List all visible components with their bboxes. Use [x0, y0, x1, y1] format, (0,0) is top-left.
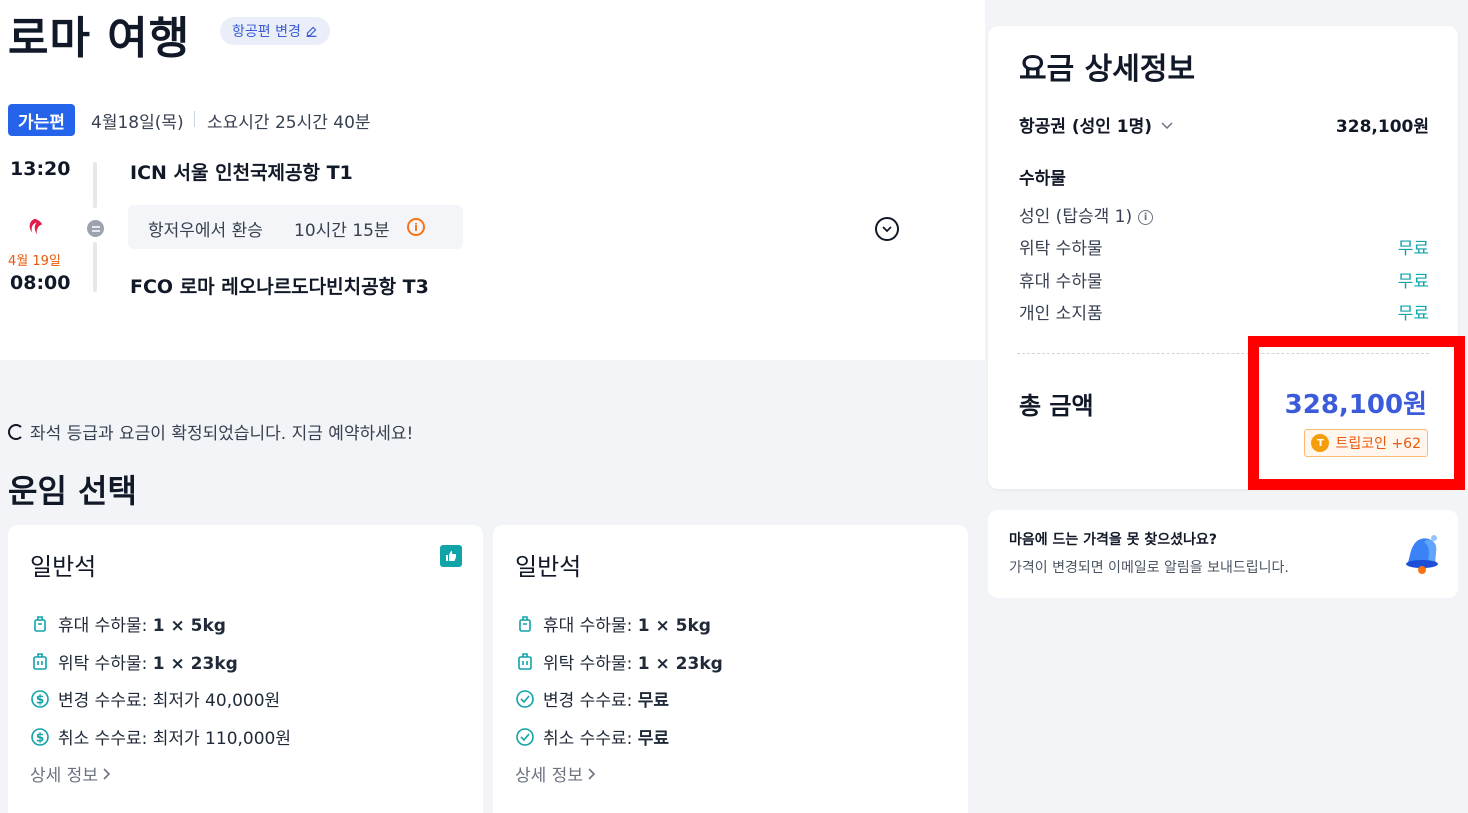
- info-icon[interactable]: i: [407, 218, 425, 236]
- detail-link-label: 상세 정보: [515, 766, 583, 786]
- confirmation-notice: 좌석 등급과 요금이 확정되었습니다. 지금 예약하세요!: [8, 419, 413, 444]
- detail-info-link[interactable]: 상세 정보: [30, 761, 112, 786]
- total-label: 총 금액: [1019, 392, 1094, 420]
- dollar-icon: $: [30, 727, 50, 747]
- carry-on-bag-icon: [30, 614, 50, 634]
- check-circle-icon: [515, 689, 535, 709]
- checked-bag-icon: [30, 652, 50, 672]
- transfer-icon: [87, 220, 104, 237]
- feature-label: 위탁 수하물:: [543, 654, 638, 674]
- expand-details-button[interactable]: [875, 217, 899, 241]
- feature-label: 위탁 수하물:: [58, 654, 153, 674]
- change-fee-feature: $ 변경 수수료: 최저가 40,000원: [30, 686, 280, 711]
- confirmation-text: 좌석 등급과 요금이 확정되었습니다. 지금 예약하세요!: [30, 424, 414, 444]
- page-title: 로마 여행: [8, 13, 191, 64]
- page: 로마 여행 항공편 변경 가는편 4월18일(목) 소요시간 25시간 40분 …: [0, 0, 1468, 813]
- departure-airport: ICN 서울 인천국제공항 T1: [130, 162, 353, 184]
- baggage-title: 수하물: [1019, 169, 1066, 189]
- detail-info-link[interactable]: 상세 정보: [515, 761, 597, 786]
- feature-value: 무료: [637, 729, 670, 749]
- timeline-segment: [93, 242, 97, 292]
- flight-date: 4월18일(목): [91, 113, 184, 133]
- divider: [194, 111, 195, 127]
- outbound-badge: 가는편: [8, 104, 75, 136]
- spinner-icon: [8, 423, 24, 440]
- chevron-right-icon: [103, 767, 111, 780]
- fare-section-title: 운임 선택: [8, 472, 137, 510]
- ticket-price: 328,100원: [1335, 117, 1429, 137]
- svg-text:$: $: [36, 692, 44, 706]
- timeline-segment: [93, 162, 97, 208]
- carry-on-feature: 휴대 수하물: 1 × 5kg: [30, 611, 226, 636]
- feature-label: 변경 수수료: 최저가 40,000원: [58, 691, 281, 711]
- baggage-value: 무료: [1397, 272, 1429, 292]
- bell-icon: [1406, 535, 1438, 574]
- baggage-row: 개인 소지품 무료: [1019, 299, 1429, 324]
- cabin-class: 일반석: [30, 553, 97, 581]
- change-flight-button[interactable]: 항공편 변경: [220, 17, 330, 45]
- cabin-class: 일반석: [515, 553, 582, 581]
- transfer-city: 항저우에서 환승: [148, 221, 263, 241]
- feature-value: 1 × 23kg: [637, 654, 723, 674]
- carry-on-feature: 휴대 수하물: 1 × 5kg: [515, 611, 711, 636]
- dollar-icon: $: [30, 689, 50, 709]
- passenger-row: 성인 (탑승객 1) i: [1019, 202, 1429, 227]
- price-details-title: 요금 상세정보: [1019, 52, 1196, 87]
- arrival-time: 08:00: [10, 272, 71, 294]
- ticket-row[interactable]: 항공권 (성인 1명) 328,100원: [1019, 112, 1429, 137]
- price-alert-card[interactable]: 마음에 드는 가격을 못 찾으셨나요? 가격이 변경되면 이메일로 알림을 보내…: [988, 510, 1458, 598]
- feature-label: 취소 수수료: 최저가 110,000원: [58, 729, 291, 749]
- feature-value: 1 × 5kg: [637, 616, 711, 636]
- feature-label: 취소 수수료:: [543, 729, 638, 749]
- checked-bag-feature: 위탁 수하물: 1 × 23kg: [30, 649, 238, 674]
- checked-bag-icon: [515, 652, 535, 672]
- price-alert-title: 마음에 드는 가격을 못 찾으셨나요?: [1009, 532, 1217, 548]
- feature-value: 1 × 23kg: [152, 654, 238, 674]
- arrival-date: 4월 19일: [8, 254, 61, 269]
- flight-duration: 소요시간 25시간 40분: [207, 113, 371, 133]
- departure-time: 13:20: [10, 158, 71, 180]
- chevron-down-icon: [882, 226, 892, 233]
- baggage-row: 휴대 수하물 무료: [1019, 267, 1429, 292]
- transfer-time: 10시간 15분: [294, 221, 390, 241]
- airline-logo-icon: [29, 218, 43, 235]
- arrival-airport: FCO 로마 레오나르도다빈치공항 T3: [130, 276, 429, 298]
- fare-card[interactable]: 일반석 휴대 수하물: 1 × 5kg 위탁 수하물: 1 × 23kg 변경 …: [493, 525, 968, 813]
- checked-bag-feature: 위탁 수하물: 1 × 23kg: [515, 649, 723, 674]
- ticket-label: 항공권 (성인 1명): [1019, 117, 1153, 137]
- change-flight-label: 항공편 변경: [232, 24, 301, 40]
- feature-value: 무료: [637, 691, 670, 711]
- feature-label: 휴대 수하물:: [58, 616, 153, 636]
- baggage-label: 위탁 수하물: [1019, 239, 1103, 259]
- feature-label: 변경 수수료:: [543, 691, 638, 711]
- thumbs-up-icon: [440, 545, 462, 567]
- info-icon[interactable]: i: [1138, 209, 1154, 225]
- baggage-label: 개인 소지품: [1019, 304, 1103, 324]
- transfer-info: 항저우에서 환승 10시간 15분 i: [128, 205, 463, 249]
- baggage-value: 무료: [1397, 239, 1429, 259]
- carry-on-bag-icon: [515, 614, 535, 634]
- feature-value: 1 × 5kg: [152, 616, 226, 636]
- fare-card[interactable]: 일반석 휴대 수하물: 1 × 5kg 위탁 수하물: 1 × 23kg $ 변…: [8, 525, 483, 813]
- edit-icon: [306, 26, 317, 37]
- cancel-fee-feature: $ 취소 수수료: 최저가 110,000원: [30, 724, 291, 749]
- change-fee-feature: 변경 수수료: 무료: [515, 686, 669, 711]
- baggage-label: 휴대 수하물: [1019, 272, 1103, 292]
- baggage-row: 위탁 수하물 무료: [1019, 234, 1429, 259]
- highlight-annotation: [1248, 336, 1465, 490]
- detail-link-label: 상세 정보: [30, 766, 98, 786]
- svg-text:$: $: [36, 730, 44, 744]
- passenger-label: 성인 (탑승객 1): [1019, 207, 1133, 227]
- feature-label: 휴대 수하물:: [543, 616, 638, 636]
- chevron-right-icon: [588, 767, 596, 780]
- check-circle-icon: [515, 727, 535, 747]
- cancel-fee-feature: 취소 수수료: 무료: [515, 724, 669, 749]
- baggage-value: 무료: [1397, 304, 1429, 324]
- chevron-down-icon: [1161, 121, 1173, 129]
- price-alert-subtitle: 가격이 변경되면 이메일로 알림을 보내드립니다.: [1009, 560, 1289, 576]
